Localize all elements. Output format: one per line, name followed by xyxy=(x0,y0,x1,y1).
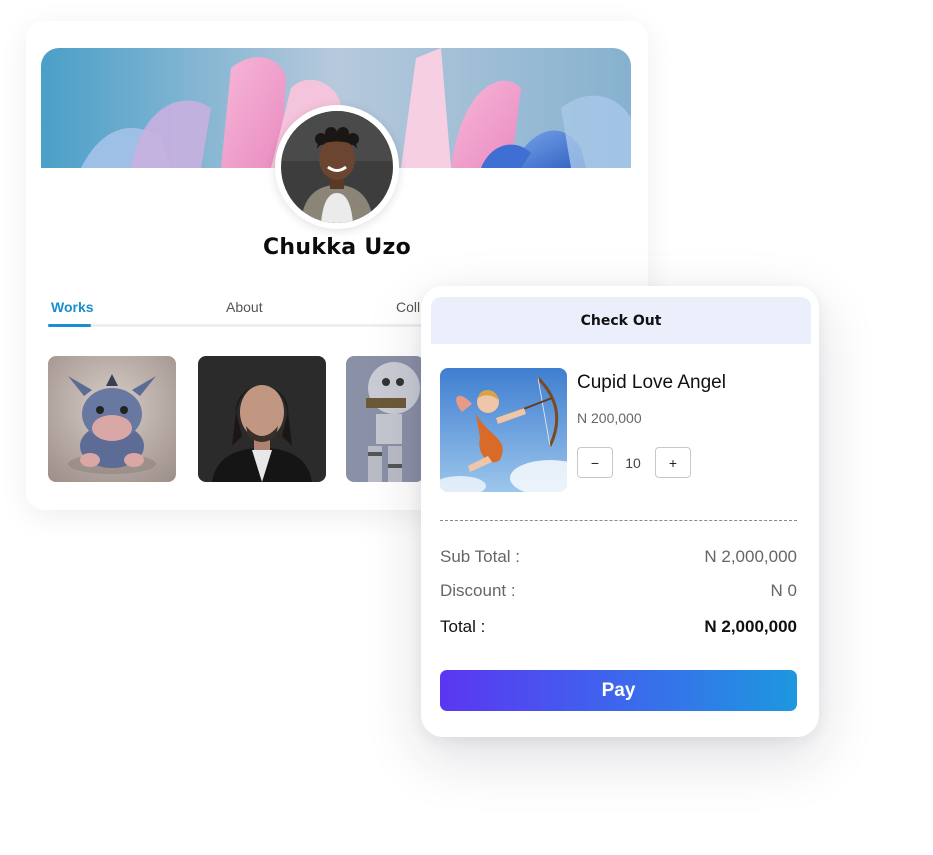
discount-row: Discount : N 0 xyxy=(440,581,797,601)
profile-photo xyxy=(281,111,393,223)
work-thumb-robot[interactable] xyxy=(346,356,424,482)
decrement-quantity-button[interactable]: − xyxy=(577,447,613,478)
total-row: Total : N 2,000,000 xyxy=(440,617,797,637)
tab-active-indicator xyxy=(48,324,91,327)
work-thumb-donkey[interactable] xyxy=(48,356,176,482)
pay-button[interactable]: Pay xyxy=(440,670,797,711)
tab-about[interactable]: About xyxy=(226,299,263,315)
cupid-artwork xyxy=(440,368,567,492)
product-name: Cupid Love Angel xyxy=(577,372,726,393)
profile-name: Chukka Uzo xyxy=(262,235,412,260)
product-image xyxy=(440,368,567,492)
man-portrait-artwork xyxy=(198,356,326,482)
discount-label: Discount : xyxy=(440,581,516,600)
total-label: Total : xyxy=(440,617,486,636)
donkey-plush-artwork xyxy=(48,356,176,482)
product-price: N 200,000 xyxy=(577,410,642,426)
dashed-divider xyxy=(440,520,797,521)
total-value: N 2,000,000 xyxy=(704,617,797,636)
avatar[interactable] xyxy=(275,105,399,229)
robot-artwork xyxy=(346,356,424,482)
subtotal-row: Sub Total : N 2,000,000 xyxy=(440,547,797,567)
quantity-value: 10 xyxy=(625,455,641,471)
tab-works[interactable]: Works xyxy=(51,299,94,315)
subtotal-value: N 2,000,000 xyxy=(704,547,797,566)
discount-value: N 0 xyxy=(770,581,797,600)
checkout-title: Check Out xyxy=(431,297,811,344)
subtotal-label: Sub Total : xyxy=(440,547,521,566)
increment-quantity-button[interactable]: + xyxy=(655,447,691,478)
checkout-card: Check Out Cupid Love Angel N 200,000 − 1… xyxy=(421,286,819,737)
tab-collections[interactable]: Coll xyxy=(396,299,420,315)
work-thumb-portrait[interactable] xyxy=(198,356,326,482)
